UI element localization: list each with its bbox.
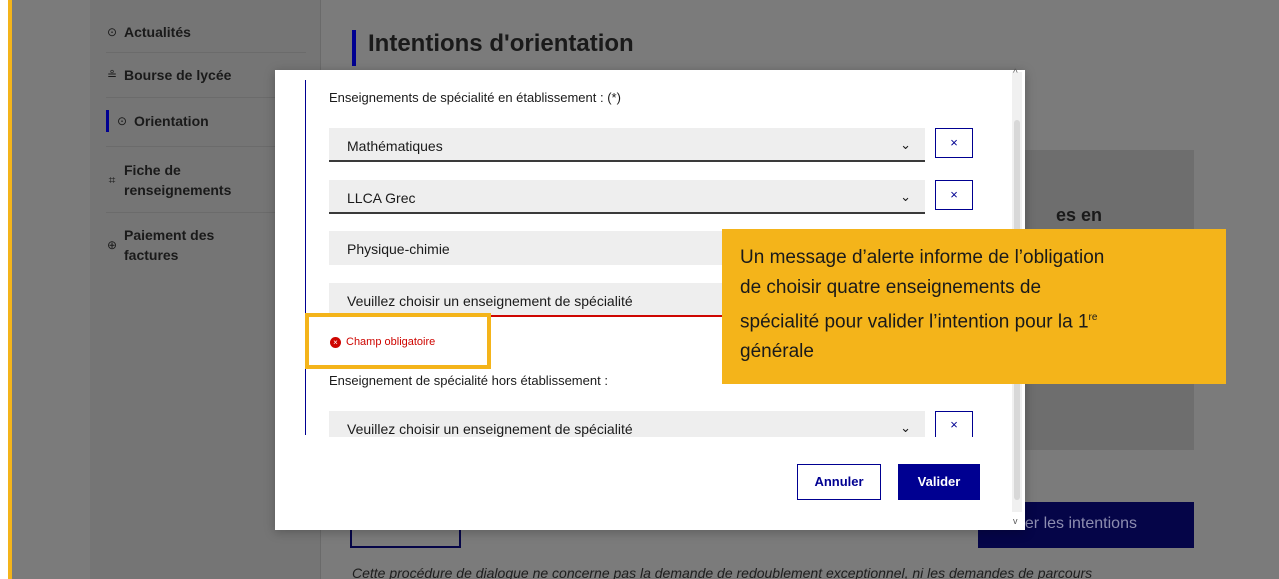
- remove-outside-specialty-button[interactable]: ×: [935, 411, 973, 439]
- clock-icon: ⊙: [106, 25, 118, 39]
- close-icon: ×: [950, 417, 958, 432]
- page-title-accent: [352, 30, 356, 66]
- procedure-note: Cette procédure de dialogue ne concerne …: [352, 565, 1093, 579]
- section-outside-school-label: Enseignement de spécialité hors établiss…: [329, 373, 608, 388]
- modal-content-clip: [300, 437, 1010, 447]
- validate-button[interactable]: Valider: [898, 464, 980, 500]
- sidebar-item-label: Orientation: [134, 113, 209, 129]
- callout-line: générale: [740, 341, 814, 363]
- chevron-down-icon: ⌄: [900, 420, 911, 435]
- select-value: Mathématiques: [347, 138, 443, 154]
- close-icon: ×: [950, 187, 958, 202]
- sidebar-item-label: Bourse de lycée: [124, 67, 232, 83]
- callout-line: spécialité pour valider l’intention pour…: [740, 311, 1098, 333]
- cancel-button[interactable]: Annuler: [797, 464, 881, 500]
- compass-icon: ⊙: [116, 114, 128, 128]
- sidebar-item-actualites[interactable]: ⊙ Actualités: [106, 22, 306, 42]
- scroll-down-icon[interactable]: v: [1013, 516, 1018, 526]
- select-value: Physique-chimie: [347, 241, 450, 257]
- specialty-select-2[interactable]: LLCA Grec ⌄: [329, 180, 925, 214]
- form-section-accent: [305, 80, 306, 435]
- sidebar-divider: [106, 52, 306, 53]
- error-highlight-frame: [305, 313, 491, 369]
- explanation-callout: Un message d’alerte informe de l’obligat…: [722, 229, 1226, 384]
- form-icon: ⌗: [108, 173, 116, 187]
- select-value: LLCA Grec: [347, 190, 416, 206]
- payment-icon: ⊕: [106, 238, 118, 252]
- sidebar-item-label: Actualités: [124, 24, 191, 40]
- chevron-down-icon: ⌄: [900, 137, 911, 152]
- scroll-up-icon[interactable]: ^: [1013, 68, 1018, 79]
- callout-line: Un message d’alerte informe de l’obligat…: [740, 247, 1105, 268]
- close-icon: ×: [950, 135, 958, 150]
- page-title: Intentions d'orientation: [368, 30, 634, 57]
- callout-line: de choisir quatre enseignements de: [740, 277, 1042, 298]
- select-value: Veuillez choisir un enseignement de spéc…: [347, 293, 633, 309]
- background-heading: es en: [1056, 205, 1103, 225]
- section-in-school-label: Enseignements de spécialité en établisse…: [329, 90, 621, 105]
- sidebar-active-indicator: [106, 110, 109, 132]
- remove-specialty-2-button[interactable]: ×: [935, 180, 973, 210]
- remove-specialty-1-button[interactable]: ×: [935, 128, 973, 158]
- specialty-select-1[interactable]: Mathématiques ⌄: [329, 128, 925, 162]
- sidebar-item-label: Fiche de renseignements: [124, 162, 232, 198]
- sidebar-item-label: Paiement des factures: [124, 227, 215, 263]
- scholarship-icon: ≗: [106, 68, 118, 82]
- select-value: Veuillez choisir un enseignement de spéc…: [347, 421, 633, 437]
- chevron-down-icon: ⌄: [900, 189, 911, 204]
